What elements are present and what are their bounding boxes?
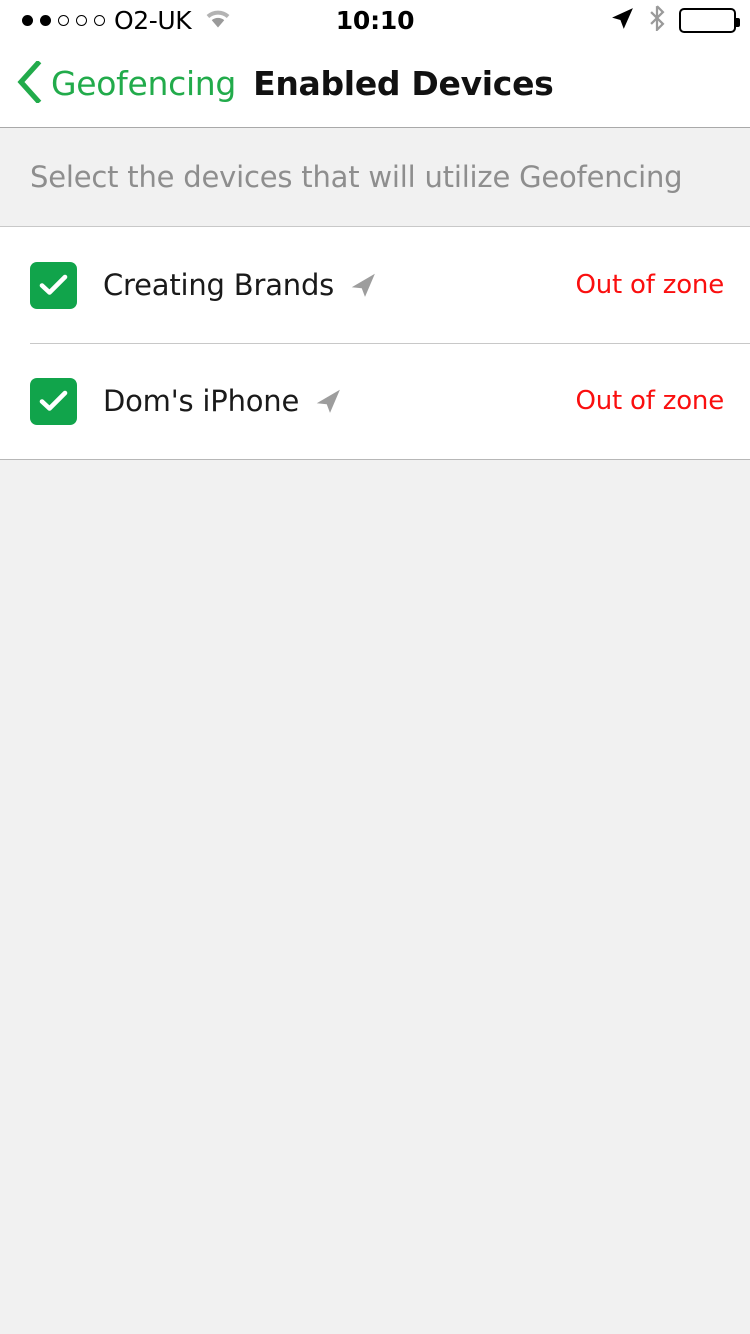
clock-label: 10:10	[335, 5, 415, 35]
page-title: Enabled Devices	[253, 64, 554, 103]
navigation-bar: Geofencing Enabled Devices	[0, 40, 750, 128]
location-arrow-icon	[610, 6, 635, 35]
section-header-label: Select the devices that will utilize Geo…	[30, 160, 683, 194]
phone-screen: O2-UK 10:10 Geofencing Enabled Devices S…	[0, 0, 750, 1334]
location-arrow-icon	[313, 386, 343, 416]
table-row[interactable]: Creating Brands Out of zone	[0, 227, 750, 343]
status-bar-right	[610, 0, 740, 40]
device-checkbox[interactable]	[30, 261, 77, 309]
section-header: Select the devices that will utilize Geo…	[0, 128, 750, 227]
back-button-label[interactable]: Geofencing	[51, 64, 236, 103]
chevron-left-icon[interactable]	[16, 59, 42, 107]
device-list: Creating Brands Out of zone Dom's iPhone	[0, 227, 750, 460]
device-name: Creating Brands	[103, 268, 335, 302]
table-row[interactable]: Dom's iPhone Out of zone	[0, 343, 750, 459]
location-arrow-icon	[348, 270, 378, 300]
device-checkbox[interactable]	[30, 377, 77, 425]
device-name: Dom's iPhone	[103, 384, 300, 418]
bluetooth-icon	[648, 5, 666, 35]
status-badge: Out of zone	[575, 270, 724, 300]
back-button[interactable]: Geofencing	[16, 59, 236, 107]
status-bar: O2-UK 10:10	[0, 0, 750, 40]
battery-full-icon	[679, 7, 740, 33]
status-badge: Out of zone	[575, 386, 724, 416]
